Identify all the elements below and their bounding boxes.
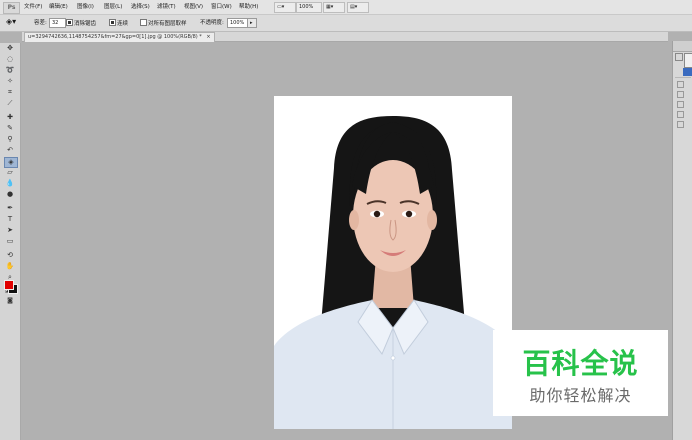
lasso-tool-icon[interactable]: ➰ [4,66,16,75]
type-tool-icon[interactable]: T [4,215,16,224]
selected-history-state[interactable] [683,68,692,76]
hand-tool-icon[interactable]: ✋ [4,262,16,271]
dodge-tool-icon[interactable]: ● [4,190,16,199]
history-state-icon[interactable] [677,101,684,108]
clone-stamp-tool-icon[interactable]: ⚲ [4,135,16,144]
opacity-label: 不透明度: [200,20,224,26]
menu-bar: Ps 文件(F) 编辑(E) 图像(I) 图层(L) 选择(S) 滤镜(T) 视… [0,0,692,15]
menu-filter[interactable]: 滤镜(T) [157,3,176,11]
arrange-documents-button[interactable]: ▤▾ [347,2,369,13]
panel-header[interactable] [673,41,692,52]
toolbox: ✥ ◌ ➰ ✧ ⌗ ⟋ ✚ ✎ ⚲ ↶ ◈ ▱ 💧 ● ✒ T ➤ ▭ ⟲ ✋ … [0,43,21,440]
tolerance-label: 容差: [34,20,47,26]
healing-brush-tool-icon[interactable]: ✚ [4,113,16,122]
history-brush-tool-icon[interactable]: ↶ [4,146,16,155]
menu-help[interactable]: 帮助(H) [239,3,258,11]
opacity-input[interactable]: 100% [227,18,249,28]
contiguous-checkbox[interactable]: 连续 [109,19,128,28]
tolerance-input[interactable]: 32 [49,18,66,28]
zoom-level-select[interactable]: 100% [296,2,322,13]
all-layers-check-icon [140,19,147,26]
document-tab-bar: u=3294742636,1148754257&fm=27&gp=0[1].jp… [22,32,668,42]
brush-tool-icon[interactable]: ✎ [4,124,16,133]
contiguous-check-icon [109,19,116,26]
foreground-color-swatch[interactable] [4,280,14,290]
screen-mode-button[interactable]: ▭▾ [274,2,296,13]
move-tool-icon[interactable]: ✥ [4,44,16,53]
antialias-check-icon [66,19,73,26]
photoshop-logo: Ps [3,2,20,14]
crop-tool-icon[interactable]: ⌗ [4,88,16,97]
menu-window[interactable]: 窗口(W) [211,3,232,11]
watermark-title: 百科全说 [522,347,639,380]
antialias-label: 消除锯齿 [74,21,97,27]
3d-rotate-tool-icon[interactable]: ⟲ [4,251,16,260]
quick-mask-icon[interactable]: ◙ [4,296,16,305]
options-bar: ◈▾ 容差: 32 消除锯齿 连续 对所有图层取样 不透明度: 100% ▸ [0,15,692,32]
history-state-icon[interactable] [677,121,684,128]
menu-image[interactable]: 图像(I) [77,3,94,11]
panel-divider [675,77,691,78]
paint-bucket-tool-icon[interactable]: ◈ [4,157,18,168]
document-canvas[interactable] [274,96,512,429]
menu-layer[interactable]: 图层(L) [104,3,122,11]
opacity-slider-arrow-icon[interactable]: ▸ [247,18,257,28]
path-selection-tool-icon[interactable]: ➤ [4,226,16,235]
contiguous-label: 连续 [117,21,129,27]
watermark-box: 百科全说 助你轻松解决 [493,330,668,416]
magic-wand-tool-icon[interactable]: ✧ [4,77,16,86]
antialias-checkbox[interactable]: 消除锯齿 [66,19,96,28]
side-panel-strip [672,41,692,440]
pen-tool-icon[interactable]: ✒ [4,204,16,213]
all-layers-checkbox[interactable]: 对所有图层取样 [140,19,187,28]
view-extras-button[interactable]: ▦▾ [323,2,345,13]
history-state-icon[interactable] [677,91,684,98]
close-tab-icon[interactable]: × [206,34,210,40]
marquee-tool-icon[interactable]: ◌ [4,55,16,64]
eraser-tool-icon[interactable]: ▱ [4,168,16,177]
watermark-subtitle: 助你轻松解决 [529,386,632,405]
all-layers-label: 对所有图层取样 [148,21,187,27]
shape-tool-icon[interactable]: ▭ [4,237,16,246]
document-tab[interactable]: u=3294742636,1148754257&fm=27&gp=0[1].jp… [24,32,215,42]
menu-view[interactable]: 视图(V) [184,3,203,11]
document-tab-title: u=3294742636,1148754257&fm=27&gp=0[1].jp… [28,34,202,40]
history-state-icon[interactable] [677,81,684,88]
history-state-icon[interactable] [677,111,684,118]
eyedropper-tool-icon[interactable]: ⟋ [4,99,16,108]
blur-tool-icon[interactable]: 💧 [4,179,16,188]
layer-thumbnail[interactable] [684,53,692,68]
history-panel-icon[interactable] [675,53,683,61]
paint-bucket-preset-icon[interactable]: ◈▾ [6,18,16,26]
menu-file[interactable]: 文件(F) [24,3,42,11]
menu-select[interactable]: 选择(S) [131,3,150,11]
menu-edit[interactable]: 编辑(E) [49,3,68,11]
portrait-photo [274,116,512,429]
